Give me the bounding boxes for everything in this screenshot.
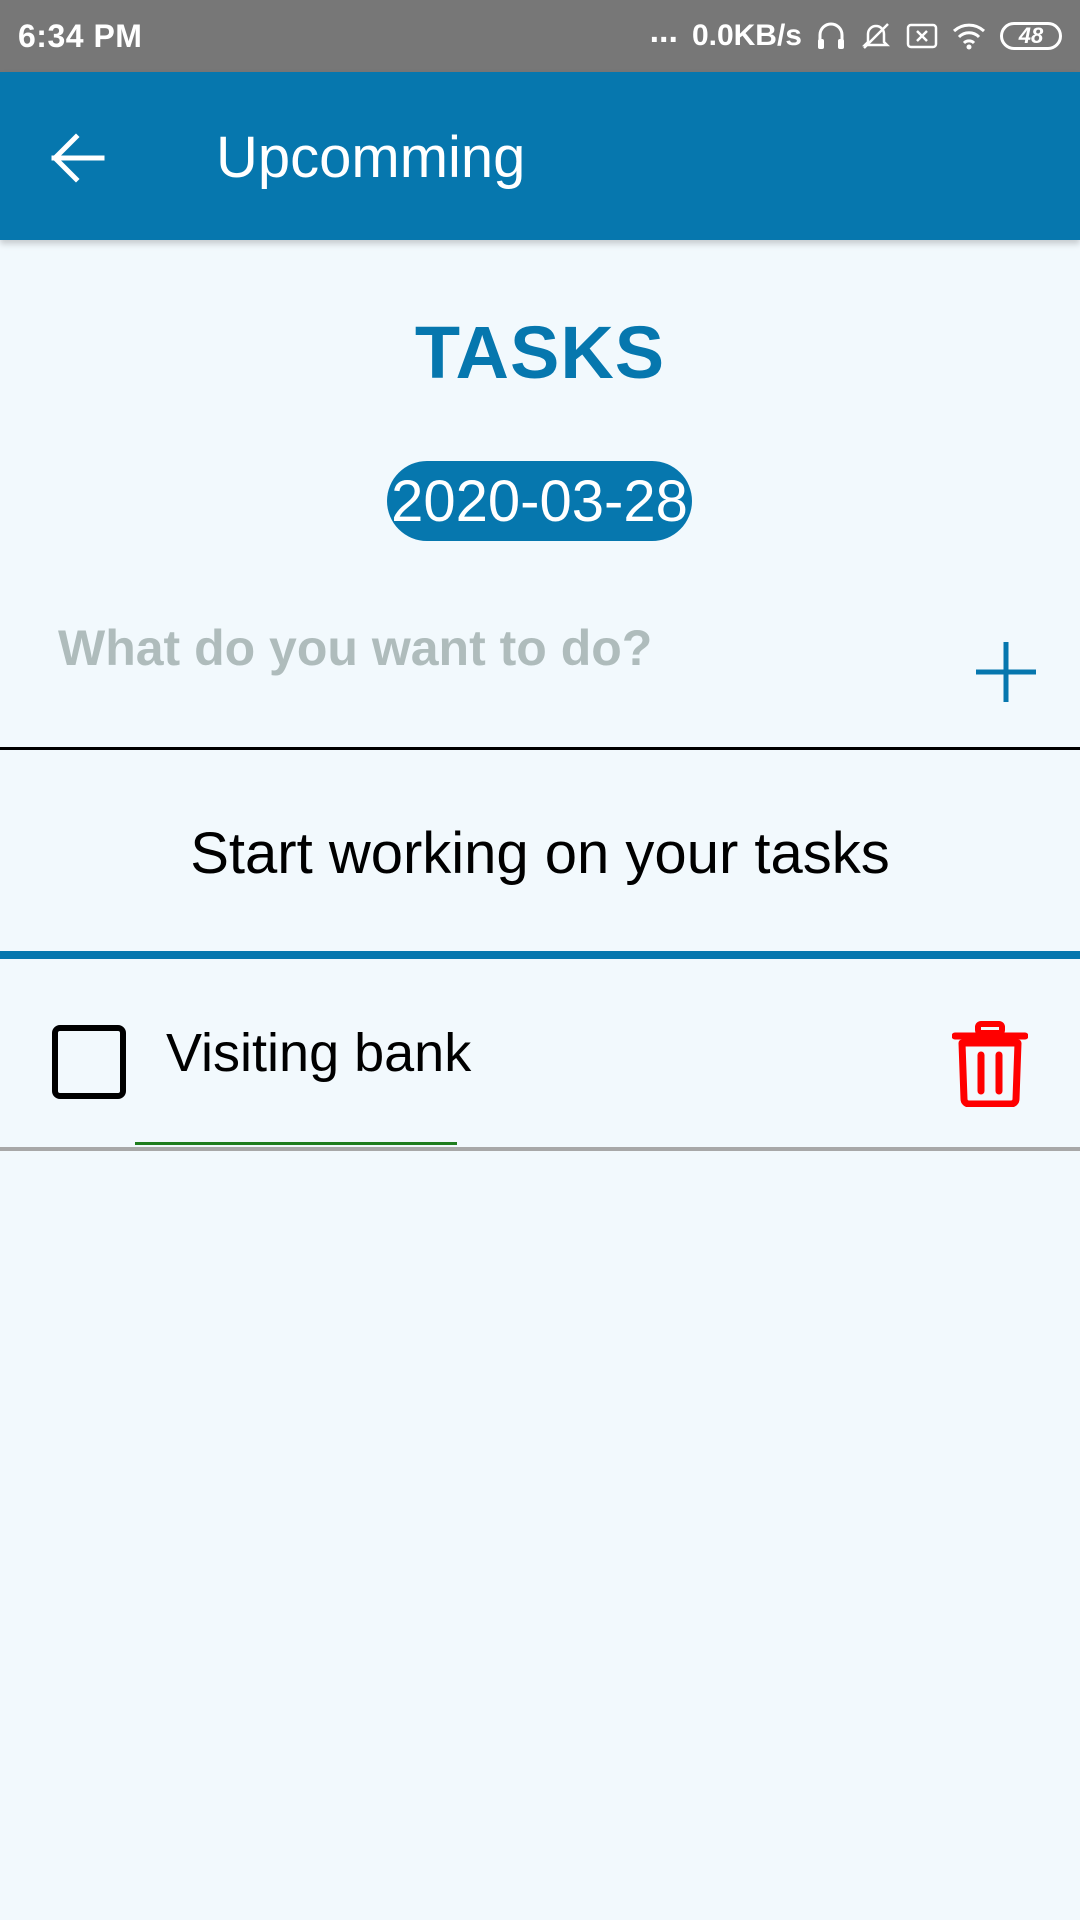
wifi-icon xyxy=(952,22,986,50)
status-icons: ... 0.0KB/s 48 xyxy=(650,14,1062,53)
row-divider xyxy=(0,1147,1080,1151)
arrow-left-icon xyxy=(50,132,106,188)
plus-icon xyxy=(974,640,1038,709)
section-divider xyxy=(0,951,1080,959)
delete-task-button[interactable] xyxy=(950,1020,1030,1112)
status-bar: 6:34 PM ... 0.0KB/s 48 xyxy=(0,0,1080,72)
task-checkbox[interactable] xyxy=(52,1025,126,1099)
add-task-button[interactable] xyxy=(968,636,1044,712)
task-underline xyxy=(135,1142,457,1145)
trash-icon xyxy=(951,1020,1029,1112)
status-dots: ... xyxy=(649,12,678,50)
no-sim-icon xyxy=(906,22,938,50)
page-title: Upcomming xyxy=(216,125,526,190)
task-input[interactable] xyxy=(58,610,938,686)
subtitle: Start working on your tasks xyxy=(190,821,890,886)
task-label: Visiting bank xyxy=(166,1023,472,1083)
headphones-icon xyxy=(816,20,846,52)
tasks-heading: TASKS xyxy=(414,311,666,394)
input-divider xyxy=(0,747,1080,750)
app-bar: Upcomming xyxy=(0,72,1080,240)
mute-icon xyxy=(860,20,892,52)
task-row: Visiting bank xyxy=(0,960,1080,1150)
network-speed: 0.0KB/s xyxy=(691,19,802,52)
status-time: 6:34 PM xyxy=(18,17,143,54)
back-button[interactable] xyxy=(40,122,116,198)
date-chip[interactable]: 2020-03-28 xyxy=(387,461,692,541)
battery-icon: 48 xyxy=(1000,22,1062,50)
